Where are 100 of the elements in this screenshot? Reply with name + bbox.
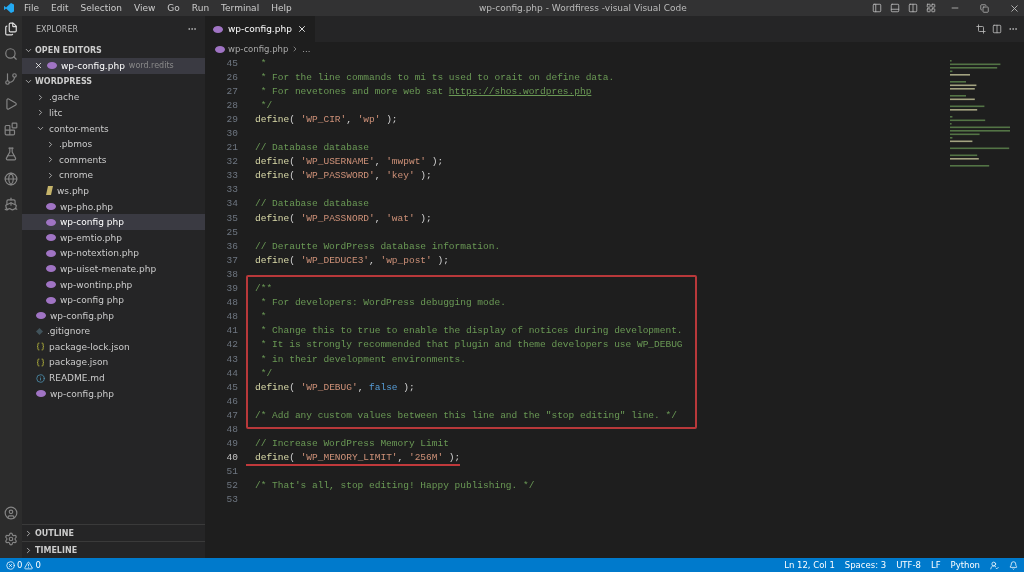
line-number: 33 [225, 170, 239, 182]
file-tree-item[interactable]: .gache [22, 89, 205, 106]
ship-icon[interactable] [4, 197, 18, 211]
status-item[interactable]: LF [930, 560, 941, 570]
file-tree-item[interactable]: wp-config php [22, 292, 205, 308]
code-line: * For the line commands to mi ts used to orait on define data. [259, 71, 615, 83]
app-logo-icon [4, 3, 14, 13]
file-tree-item[interactable]: .pbmos [22, 136, 205, 152]
code-line: /** [255, 283, 273, 295]
code-link[interactable]: https://shos.wordpres.php [448, 85, 592, 97]
file-tree-item[interactable]: wp-config.php [22, 307, 205, 324]
line-number: 45 [225, 57, 239, 69]
account-icon[interactable] [4, 506, 18, 520]
code-line: */ [259, 99, 273, 111]
line-number: 49 [225, 438, 239, 450]
code-line: /* That's all, stop editing! Happy publishing. */ [255, 480, 535, 492]
section-header[interactable]: OUTLINE [22, 525, 205, 541]
breadcrumb-item[interactable]: ... [302, 44, 311, 54]
play-icon[interactable] [4, 97, 18, 111]
file-tree-item[interactable]: wp-pho.php [22, 198, 205, 215]
file-tree-item[interactable]: comments [22, 151, 205, 168]
code-line: // Database database [255, 198, 370, 210]
line-number: 26 [225, 71, 239, 83]
code-line: * It is strongly recommended that plugin and theme developers use WP_DEBUG [259, 339, 683, 351]
line-number: 35 [225, 212, 239, 224]
file-tree-item[interactable]: wp-emtio.php [22, 229, 205, 246]
globe-icon[interactable] [4, 172, 18, 186]
close-icon[interactable] [1009, 2, 1020, 14]
line-number: 53 [225, 494, 239, 506]
file-tree-item[interactable]: .gitignore [22, 323, 205, 340]
menu-item[interactable]: Help [265, 3, 298, 13]
bell-icon[interactable] [1009, 560, 1018, 570]
line-number: 48 [225, 297, 239, 309]
columns-icon[interactable] [908, 3, 918, 13]
menu-item[interactable]: Go [161, 3, 186, 13]
menu-item[interactable]: File [18, 3, 46, 13]
branch-icon[interactable] [4, 72, 18, 86]
status-item[interactable]: Python [950, 560, 980, 570]
line-number: 37 [225, 254, 239, 266]
section-header[interactable]: TIMELINE [22, 542, 205, 558]
editor-tab[interactable]: wp-config.php [205, 16, 315, 42]
file-tree-item[interactable]: package.json [22, 354, 205, 371]
section-header[interactable]: WORDPRESS [22, 73, 205, 90]
line-number: 32 [225, 156, 239, 168]
line-number: 48 [225, 424, 239, 435]
close-icon[interactable] [296, 24, 307, 34]
diamond-icon [36, 327, 43, 335]
file-tree-item[interactable]: cnrome [22, 167, 205, 184]
flask-icon[interactable] [4, 147, 18, 161]
line-number: 47 [225, 409, 239, 421]
status-item[interactable]: UTF-8 [896, 560, 921, 570]
code-line: // Derautte WordPress database information. [255, 240, 501, 252]
section-header[interactable]: OPEN EDITORS [22, 42, 205, 58]
braces-icon [36, 358, 45, 367]
breadcrumb-item[interactable]: wp-config.php [228, 44, 289, 54]
file-tree-item[interactable]: litc [22, 105, 205, 121]
menu-item[interactable]: View [128, 3, 162, 13]
person-icon[interactable] [990, 560, 999, 570]
code-line: */ [259, 367, 273, 379]
blocks-icon[interactable] [4, 122, 18, 136]
file-tree-item[interactable]: wp-config php [22, 214, 205, 230]
file-tree-item[interactable]: wp-config.php [22, 385, 205, 402]
panel-left-icon[interactable] [872, 3, 882, 13]
line-number: 52 [225, 480, 239, 492]
line-number: 40 [225, 452, 239, 464]
code-line: define( 'WP_PASSWORD', 'key' ); [255, 170, 432, 182]
file-tree-item[interactable]: wp-uiset-menate.php [22, 261, 205, 277]
warning-count[interactable]: 0 [24, 560, 41, 570]
files-icon[interactable] [4, 22, 18, 36]
code-line: // Increase WordPress Memory Limit [255, 438, 449, 450]
crop-icon[interactable] [976, 24, 986, 34]
menu-item[interactable]: Run [185, 3, 216, 13]
file-tree-item[interactable]: wp-notextion.php [22, 245, 205, 262]
line-number: 36 [225, 240, 239, 252]
code-line: /* Add any custom values between this line and the "stop editing" line. */ [255, 409, 677, 421]
menu-item[interactable]: Selection [74, 3, 128, 13]
search-icon[interactable] [4, 47, 18, 61]
code-line: define( 'WP_CIR', 'wp' ); [255, 113, 398, 125]
menu-item[interactable]: Terminal [215, 3, 266, 13]
code-line: define( 'WP_USERNAME', 'mwpwt' ); [255, 156, 444, 168]
panel-bottom-icon[interactable] [890, 3, 900, 13]
status-item[interactable]: Spaces: 3 [844, 560, 887, 570]
code-line: define( 'WP_MENORY_LIMIT', '256M' ); [255, 452, 461, 464]
status-item[interactable]: Ln 12, Col 1 [784, 560, 835, 570]
file-tree-item[interactable]: package-lock.json [22, 339, 205, 355]
restore-icon[interactable] [980, 3, 989, 13]
line-number: 39 [225, 283, 239, 295]
file-tree-item[interactable]: ws.php [22, 183, 205, 199]
line-number: 38 [225, 268, 239, 280]
split-icon[interactable] [992, 24, 1002, 34]
close-icon[interactable] [34, 61, 43, 71]
line-number: 21 [225, 142, 239, 154]
settings-icon[interactable] [4, 532, 18, 546]
menu-item[interactable]: Edit [45, 3, 75, 13]
file-tree-item[interactable]: wp-wontinp.php [22, 276, 205, 293]
file-tree-item[interactable]: README.md [22, 370, 205, 386]
file-tree-item[interactable]: contor-ments [22, 120, 205, 137]
open-editor-item[interactable]: wp-config.php word.redits [22, 58, 205, 74]
code-line: * [259, 57, 267, 69]
layout-icon[interactable] [926, 3, 936, 13]
